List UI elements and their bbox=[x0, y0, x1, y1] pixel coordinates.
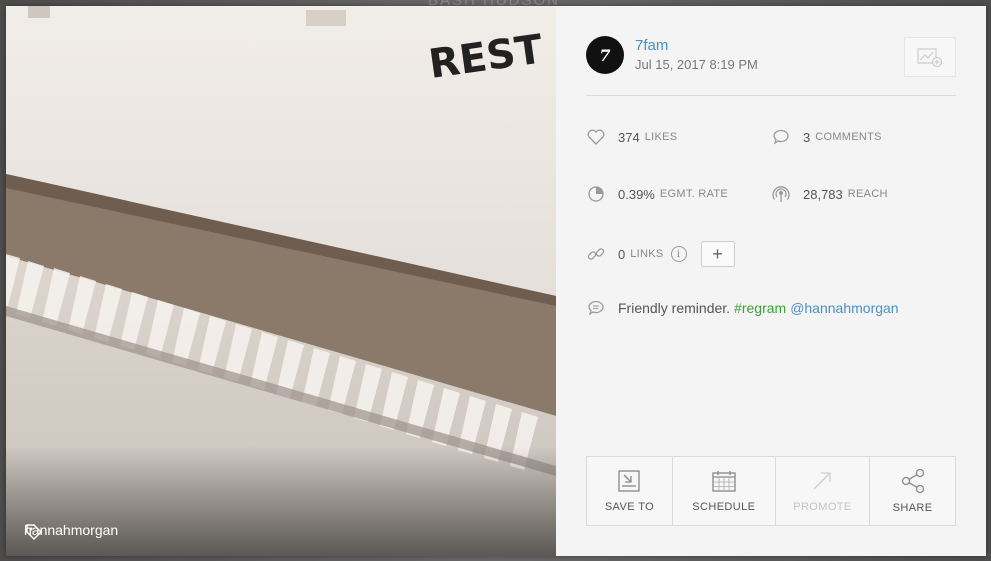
likes-label: LIKES bbox=[644, 131, 678, 143]
promote-label: PROMOTE bbox=[793, 501, 852, 513]
chart-add-icon bbox=[917, 48, 943, 67]
link-icon bbox=[587, 248, 605, 260]
stat-engagement: 0.39% EGMT. RATE bbox=[586, 184, 728, 204]
links-label: LINKS bbox=[630, 248, 664, 260]
broadcast-icon bbox=[772, 186, 790, 202]
comment-icon bbox=[773, 129, 789, 145]
photo-user-tag[interactable]: hannahmorgan bbox=[24, 522, 118, 541]
add-to-report-button[interactable] bbox=[904, 37, 956, 77]
account-name-link[interactable]: 7fam bbox=[635, 37, 758, 54]
add-link-button[interactable]: + bbox=[700, 241, 735, 267]
stat-links: 0 LINKS i + bbox=[586, 241, 735, 267]
caption-mention[interactable]: @hannahmorgan bbox=[790, 300, 898, 316]
calendar-icon bbox=[712, 471, 736, 492]
speech-bubble-icon bbox=[588, 300, 604, 316]
post-detail-modal: REST hannahmorgan 7 7fam Jul 15, 2017 8:… bbox=[6, 6, 986, 556]
heart-icon bbox=[587, 129, 605, 145]
engagement-rate: 0.39% bbox=[618, 186, 655, 202]
photo-shade bbox=[6, 446, 556, 556]
save-to-label: SAVE TO bbox=[604, 501, 655, 513]
stat-comments: 3 COMMENTS bbox=[771, 127, 882, 147]
header-divider bbox=[586, 95, 956, 96]
action-bar: SAVE TO SCHEDULE PROMOTE SHARE bbox=[586, 456, 956, 526]
caption-text: Friendly reminder. bbox=[618, 300, 731, 316]
share-button[interactable]: SHARE bbox=[870, 457, 955, 525]
caption-hashtag[interactable]: #regram bbox=[734, 300, 786, 316]
tag-icon bbox=[26, 524, 43, 541]
post-header: 7 7fam Jul 15, 2017 8:19 PM bbox=[586, 36, 758, 74]
engagement-label: EGMT. RATE bbox=[659, 188, 729, 200]
post-info-panel: 7 7fam Jul 15, 2017 8:19 PM 374 LIKES 3 … bbox=[556, 6, 986, 556]
links-count: 0 bbox=[618, 246, 626, 262]
likes-count: 374 bbox=[618, 129, 640, 145]
reach-label: REACH bbox=[847, 188, 888, 200]
reach-count: 28,783 bbox=[803, 186, 843, 202]
stat-reach: 28,783 REACH bbox=[771, 184, 888, 204]
post-caption: Friendly reminder. #regram @hannahmorgan bbox=[586, 298, 899, 318]
promote-arrow-icon bbox=[813, 472, 832, 490]
comments-count: 3 bbox=[803, 129, 811, 145]
save-to-button[interactable]: SAVE TO bbox=[587, 457, 673, 525]
stat-likes: 374 LIKES bbox=[586, 127, 677, 147]
avatar[interactable]: 7 bbox=[586, 36, 624, 74]
share-icon bbox=[901, 468, 924, 494]
comments-label: COMMENTS bbox=[815, 131, 882, 143]
post-date: Jul 15, 2017 8:19 PM bbox=[635, 57, 758, 72]
save-to-icon bbox=[618, 470, 641, 492]
schedule-button[interactable]: SCHEDULE bbox=[673, 457, 776, 525]
share-label: SHARE bbox=[892, 502, 933, 514]
pie-chart-icon bbox=[588, 186, 604, 202]
post-photo[interactable]: REST hannahmorgan bbox=[6, 6, 556, 556]
schedule-label: SCHEDULE bbox=[692, 501, 756, 513]
promote-button[interactable]: PROMOTE bbox=[776, 457, 871, 525]
info-icon[interactable]: i bbox=[670, 246, 687, 262]
